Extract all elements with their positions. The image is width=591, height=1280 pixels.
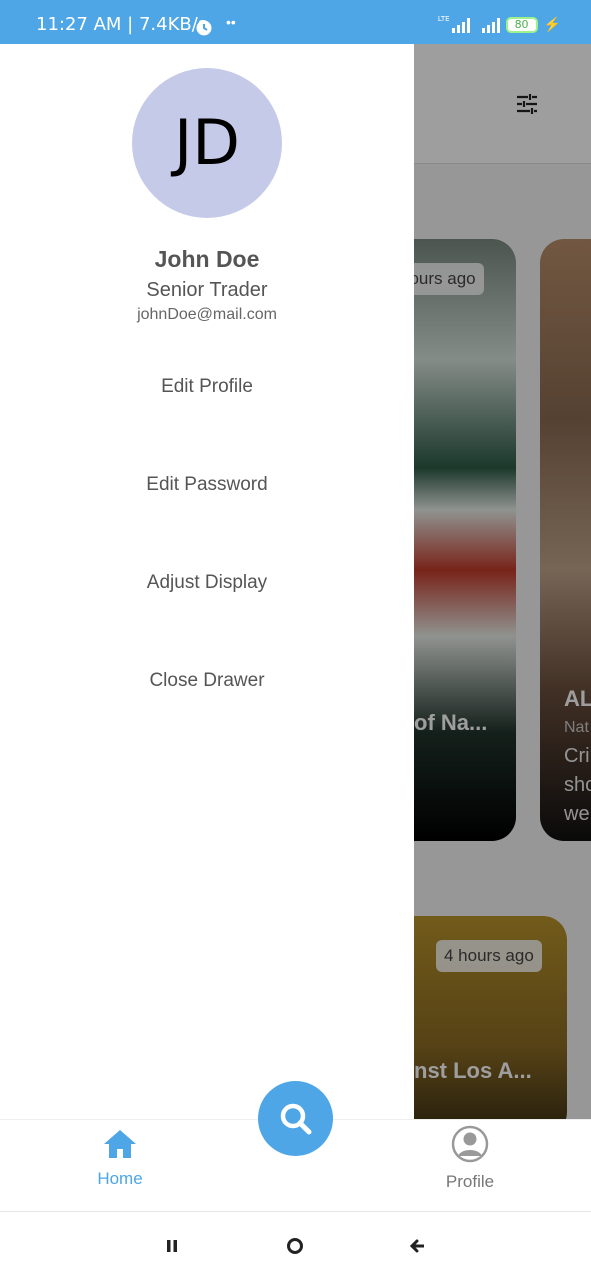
status-bar: 11:27 AM | 7.4KB/s •• LTE 80 ⚡ — [0, 0, 591, 44]
nav-profile-label: Profile — [445, 1172, 495, 1191]
home-system-button[interactable] — [285, 1236, 305, 1256]
nav-profile[interactable]: Profile — [420, 1125, 520, 1197]
edit-password-button[interactable]: Edit Password — [0, 474, 414, 496]
user-name: John Doe — [154, 246, 260, 272]
back-icon — [409, 1239, 424, 1253]
battery-icon: 80 — [505, 17, 538, 33]
back-button[interactable] — [408, 1236, 428, 1256]
navigation-drawer: JD John Doe Senior Trader johnDoe@mail.c… — [0, 44, 414, 1119]
nav-home[interactable]: Home — [70, 1128, 170, 1200]
network-type: LTE — [437, 15, 450, 23]
status-time: 11:27 AM | 7.4KB/s — [36, 14, 208, 35]
system-nav-bar — [0, 1211, 591, 1280]
signal-icon — [451, 17, 470, 33]
recents-button[interactable] — [162, 1236, 182, 1256]
user-role: Senior Trader — [146, 279, 268, 301]
user-email: johnDoe@mail.com — [137, 306, 277, 323]
edit-profile-button[interactable]: Edit Profile — [0, 376, 414, 398]
battery-level: 80 — [514, 18, 529, 31]
nav-home-label: Home — [97, 1169, 143, 1188]
status-dots: •• — [226, 14, 236, 30]
search-button[interactable] — [258, 1081, 333, 1156]
charging-icon: ⚡ — [543, 16, 561, 32]
home-icon — [104, 1130, 136, 1158]
avatar: JD — [132, 68, 282, 218]
recents-icon — [167, 1240, 177, 1252]
home-circle-icon — [287, 1238, 303, 1254]
profile-icon — [451, 1125, 489, 1163]
alarm-icon — [196, 20, 212, 36]
search-icon — [280, 1103, 311, 1134]
signal-icon — [481, 17, 500, 33]
close-drawer-button[interactable]: Close Drawer — [0, 670, 414, 692]
adjust-display-button[interactable]: Adjust Display — [0, 572, 414, 594]
